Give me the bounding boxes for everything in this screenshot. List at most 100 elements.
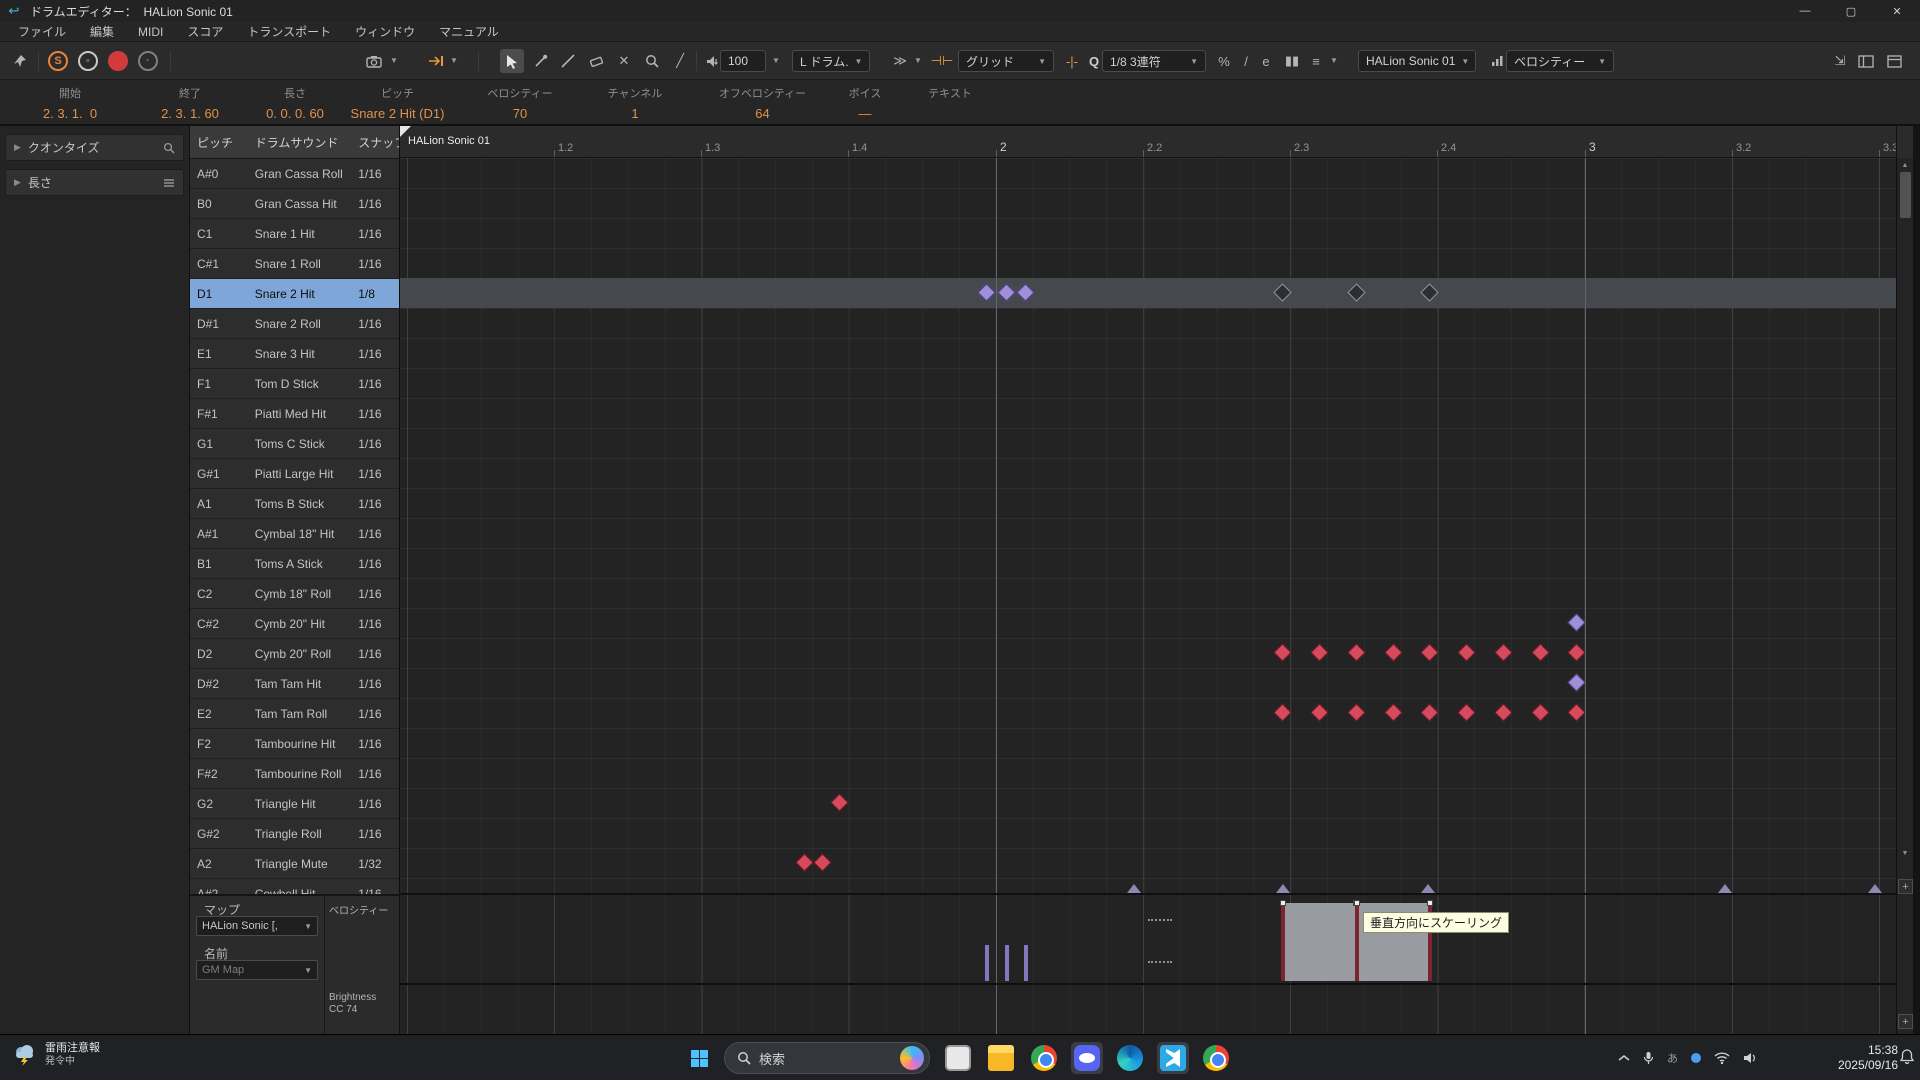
info-field-value[interactable]: 2. 3. 1. 60 [140,106,240,121]
snap-type-icon[interactable]: -|- [1060,49,1084,73]
drum-row-Cs1[interactable]: C#1Snare 1 Roll1/16 [190,249,399,279]
drum-note-red[interactable] [1273,703,1291,721]
velocity-bar[interactable] [1355,903,1359,981]
list-icon[interactable] [163,178,175,188]
drum-note-red[interactable] [1310,643,1328,661]
drum-note-red[interactable] [1457,703,1475,721]
drum-row-Gs1[interactable]: G#1Piatti Large Hit1/16 [190,459,399,489]
autoscroll-icon[interactable] [424,49,448,73]
scaling-handle[interactable] [1427,900,1433,906]
drum-note-red[interactable] [1347,703,1365,721]
velocity-bar[interactable] [1281,903,1285,981]
drum-row-A2[interactable]: A2Triangle Mute1/32 [190,849,399,879]
expand-arrow-icon[interactable]: ▶ [14,177,21,188]
quantize-panel-icon[interactable]: e [1254,49,1278,73]
drum-row-B0[interactable]: B0Gran Cassa Hit1/16 [190,189,399,219]
drum-note-red[interactable] [813,853,831,871]
vertical-scrollbar[interactable]: ▲ ▼ + + [1896,126,1913,1034]
insert-velocity-value[interactable]: 100 [720,50,766,72]
scrollbar-handle[interactable] [1900,172,1911,218]
column-header-sound[interactable]: ドラムサウンド [248,134,351,158]
drum-row-Fs1[interactable]: F#1Piatti Med Hit1/16 [190,399,399,429]
drum-note-red[interactable] [1347,643,1365,661]
drum-note-red[interactable] [1273,643,1291,661]
scroll-up-icon[interactable]: ▲ [1897,162,1913,169]
zoom-in-button[interactable]: + [1898,879,1913,894]
notification-bell-icon[interactable] [1900,1049,1914,1069]
scaling-handle[interactable] [1354,900,1360,906]
info-field-6[interactable]: オフベロシティー64 [700,85,825,121]
drum-note-red[interactable] [1384,643,1402,661]
info-field-value[interactable]: 1 [580,106,690,121]
drumstick-tool[interactable] [528,49,552,73]
taskbar-clock[interactable]: 15:38 2025/09/16 [1812,1043,1898,1073]
info-field-2[interactable]: 長さ0. 0. 0. 60 [250,85,340,121]
part-list-icon[interactable]: ▮▮ [1280,49,1304,73]
open-in-window-icon[interactable]: ⇲ [1828,49,1852,73]
brightness-controller-lane[interactable] [400,985,1896,1034]
insert-velocity-caret[interactable]: ▼ [772,56,780,65]
zoom-tool[interactable] [640,49,664,73]
menu-item[interactable]: マニュアル [427,23,511,40]
info-field-value[interactable]: 64 [700,106,825,121]
drum-row-Fs2[interactable]: F#2Tambourine Roll1/16 [190,759,399,789]
drum-note-red[interactable] [1384,703,1402,721]
event-colors-caret[interactable]: ▼ [390,56,398,65]
drum-map-select[interactable]: HALion Sonic [,▼ [196,916,318,936]
mute-tool[interactable]: ✕ [612,49,636,73]
drum-note-purple[interactable] [1567,613,1585,631]
step-input-button[interactable]: · [138,51,158,71]
drum-note-red[interactable] [830,793,848,811]
acoustic-feedback-button[interactable]: ◦ [78,51,98,71]
menu-item[interactable]: ファイル [6,23,78,40]
info-field-8[interactable]: テキスト [905,85,995,106]
info-field-3[interactable]: ピッチSnare 2 Hit (D1) [330,85,465,121]
event-colors-icon[interactable] [362,49,386,73]
note-display-area[interactable] [400,158,1896,893]
autoscroll-caret[interactable]: ▼ [450,56,458,65]
line-tool[interactable] [556,49,580,73]
drum-row-Cs2[interactable]: C#2Cymb 20" Hit1/16 [190,609,399,639]
window-layout-icon[interactable] [1854,49,1878,73]
drum-note-clipped[interactable] [1718,884,1732,893]
drum-note-red[interactable] [1420,703,1438,721]
nudge-caret[interactable]: ▼ [914,56,922,65]
drum-row-F2[interactable]: F2Tambourine Hit1/16 [190,729,399,759]
drum-row-D2[interactable]: D2Cymb 20" Roll1/16 [190,639,399,669]
drum-note-red[interactable] [1531,703,1549,721]
info-field-value[interactable]: Snare 2 Hit (D1) [330,106,465,121]
info-field-value[interactable]: — [830,106,900,121]
drum-note-red[interactable] [1494,703,1512,721]
drum-row-B1[interactable]: B1Toms A Stick1/16 [190,549,399,579]
drum-row-E1[interactable]: E1Snare 3 Hit1/16 [190,339,399,369]
search-icon[interactable] [163,142,175,154]
drum-row-G1[interactable]: G1Toms C Stick1/16 [190,429,399,459]
brightness-lane-label[interactable]: Brightness [329,992,376,1003]
info-field-7[interactable]: ボイス— [830,85,900,121]
info-field-value[interactable]: 2. 3. 1. 0 [10,106,130,121]
drum-row-E2[interactable]: E2Tam Tam Roll1/16 [190,699,399,729]
info-field-value[interactable]: 70 [470,106,570,121]
length-panel-item[interactable]: ▶ 長さ [5,169,184,196]
drum-row-C1[interactable]: C1Snare 1 Hit1/16 [190,219,399,249]
part-name-tag[interactable]: HALion Sonic 01 [408,135,490,147]
menu-item[interactable]: スコア [175,23,235,40]
timeline-ruler[interactable]: HALion Sonic 01 1.21.31.422.22.32.433.23… [400,126,1896,158]
teams-status-icon[interactable] [1691,1053,1701,1063]
edge-icon[interactable] [1114,1042,1146,1074]
drum-note-clipped[interactable] [1276,884,1290,893]
drum-row-As2[interactable]: A#2Cowbell Hit1/16 [190,879,399,894]
velocity-lane-label[interactable]: ベロシティー [329,902,388,917]
grid-type-select[interactable]: グリッド▼ [958,50,1054,72]
drum-row-Ds1[interactable]: D#1Snare 2 Roll1/16 [190,309,399,339]
start-button[interactable] [684,1043,714,1073]
setup-toolbar-icon[interactable] [1882,49,1906,73]
browser-profile-icon[interactable] [1200,1042,1232,1074]
info-field-1[interactable]: 終了2. 3. 1. 60 [140,85,240,121]
menu-item[interactable]: ウィンドウ [343,23,427,40]
select-tool[interactable] [500,49,524,73]
velocity-bar[interactable] [985,945,989,981]
menu-item[interactable]: MIDI [126,25,175,39]
expand-arrow-icon[interactable]: ▶ [14,142,21,153]
tray-chevron-icon[interactable] [1618,1054,1630,1062]
